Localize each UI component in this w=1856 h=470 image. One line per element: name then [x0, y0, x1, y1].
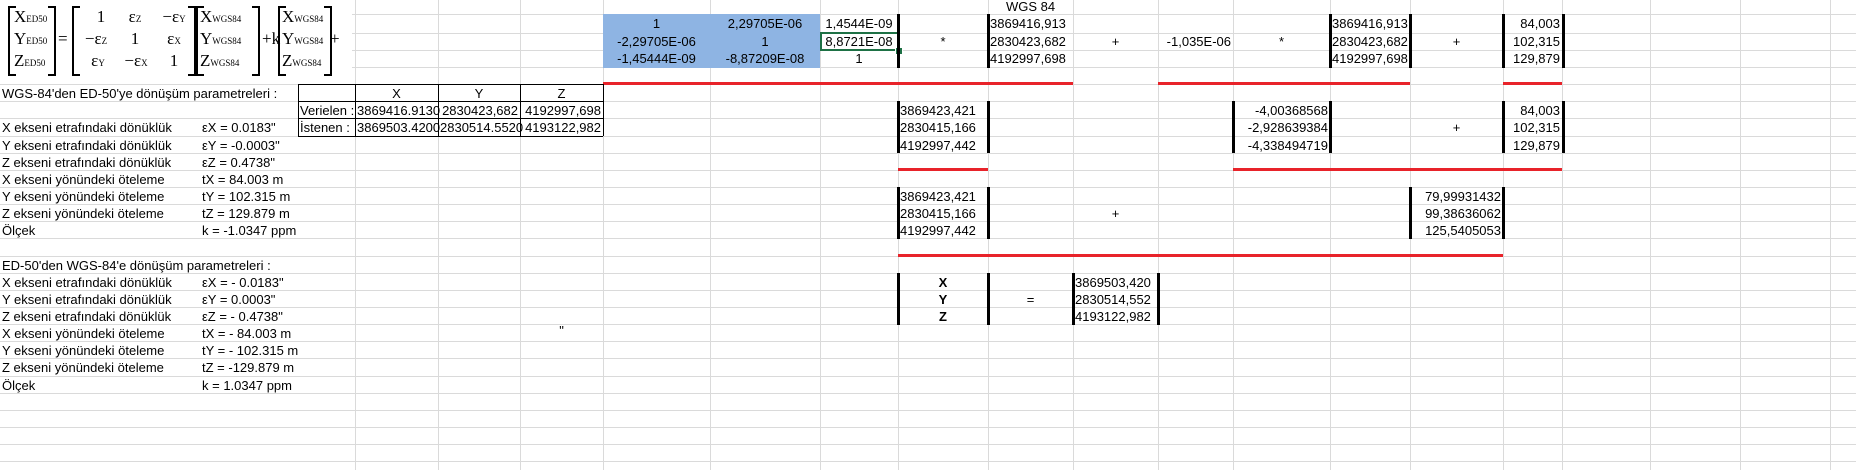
rotation-element: εY: [91, 51, 105, 70]
rotation-element: −εZ: [84, 29, 108, 48]
matrix-cell[interactable]: 1: [603, 14, 710, 34]
border: [1562, 14, 1565, 68]
plus-operator[interactable]: +: [1410, 118, 1503, 138]
wanted-z-cell[interactable]: 4193122,982: [520, 118, 603, 138]
rotated-vector-cell[interactable]: 4192997,442: [898, 136, 988, 156]
translation-cell[interactable]: 102,315: [1503, 118, 1562, 138]
equals-operator[interactable]: =: [988, 290, 1073, 310]
wanted-x-cell[interactable]: 3869503.4200: [355, 118, 440, 138]
translation-cell[interactable]: 129,879: [1503, 136, 1562, 156]
param-label[interactable]: Ölçek: [0, 376, 200, 396]
rotated-vector-cell[interactable]: 2830415,166: [898, 118, 988, 138]
gridline: [1830, 0, 1831, 470]
plus-operator[interactable]: +: [1073, 204, 1158, 224]
gridline: [0, 461, 1856, 462]
rotated-vector-cell[interactable]: 4192997,442: [898, 221, 988, 241]
formula-equals: =: [58, 29, 68, 48]
active-cell-selection[interactable]: [820, 32, 899, 51]
formula-vec-x: XWGS84: [282, 7, 324, 26]
gridline: [0, 410, 1856, 411]
red-underline: [603, 82, 1073, 85]
matrix-cell[interactable]: 1: [820, 49, 898, 69]
gridline: [438, 0, 439, 470]
multiply-operator[interactable]: *: [1233, 32, 1330, 52]
wanted-label[interactable]: İstenen :: [298, 118, 355, 138]
rotation-element: −εX: [124, 51, 148, 70]
gridline: [1330, 0, 1331, 470]
wgs-vector-cell[interactable]: 4192997,698: [988, 49, 1073, 69]
red-underline: [1158, 82, 1410, 85]
formula-lhs-z: ZED50: [14, 51, 46, 70]
rotation-element: 1: [169, 51, 179, 70]
final-result-cell[interactable]: 4193122,982: [1073, 307, 1158, 327]
rotation-element: εZ: [128, 7, 142, 26]
gridline: [710, 0, 711, 470]
formula-bracket: [252, 6, 260, 76]
red-underline: [1233, 168, 1562, 171]
matrix-cell[interactable]: -1,45444E-09: [603, 49, 710, 69]
plus-operator[interactable]: +: [1073, 32, 1158, 52]
formula-vec-y: YWGS84: [200, 29, 242, 48]
plus-operator[interactable]: +: [1410, 32, 1503, 52]
formula-lhs-y: YED50: [14, 29, 48, 48]
param-value[interactable]: k = -1.0347 ppm: [200, 221, 298, 241]
rotation-element: εX: [167, 29, 181, 48]
wgs-vector-cell[interactable]: 4192997,698: [1330, 49, 1410, 69]
table-border: [603, 84, 604, 136]
formula-vec-x: XWGS84: [200, 7, 242, 26]
scaled-vector-cell[interactable]: -4,338494719: [1233, 136, 1330, 156]
gridline: [0, 427, 1856, 428]
formula-plus: +: [330, 29, 340, 48]
gridline: [1740, 0, 1741, 470]
param-label[interactable]: Ölçek: [0, 221, 200, 241]
rotation-element: 1: [130, 29, 140, 48]
translation-cell[interactable]: 84,003: [1503, 14, 1562, 34]
red-underline: [898, 168, 988, 171]
wanted-y-cell[interactable]: 2830514.5520: [438, 118, 523, 138]
rotation-element: 1: [96, 7, 106, 26]
formula-vec-z: ZWGS84: [200, 51, 240, 70]
sum-vector-cell[interactable]: 125,5405053: [1410, 221, 1503, 241]
spreadsheet-grid[interactable]: XED50 YED50 ZED50 = 1 εZ −εY −εZ 1 εX εY…: [0, 0, 1856, 470]
wgs-vector-cell[interactable]: 3869416,913: [1330, 14, 1410, 34]
formula-vec-y: YWGS84: [282, 29, 324, 48]
table-border: [298, 84, 603, 85]
gridline: [0, 444, 1856, 445]
gridline: [1562, 0, 1563, 470]
param-label[interactable]: Z ekseni yönündeki öteleme: [0, 358, 200, 378]
stray-quote-cell[interactable]: ": [520, 321, 603, 341]
formula-bracket: [48, 6, 56, 76]
gridline: [520, 0, 521, 470]
param-label[interactable]: X ekseni etrafındaki dönüklük: [0, 118, 200, 138]
param-value[interactable]: tZ = -129.879 m: [200, 358, 298, 378]
formula-vec-z: ZWGS84: [282, 51, 322, 70]
gridline: [1233, 0, 1234, 470]
rotation-element: −εY: [162, 7, 186, 26]
transformation-formula-image[interactable]: XED50 YED50 ZED50 = 1 εZ −εY −εZ 1 εX εY…: [8, 2, 358, 78]
param-value[interactable]: k = 1.0347 ppm: [200, 376, 298, 396]
gridline: [1073, 0, 1074, 470]
formula-lhs-x: XED50: [14, 7, 48, 26]
border: [1562, 101, 1565, 153]
matrix-cell[interactable]: -8,87209E-08: [710, 49, 820, 69]
translation-cell[interactable]: 129,879: [1503, 49, 1562, 69]
scaled-vector-cell[interactable]: -2,928639384: [1233, 118, 1330, 138]
gridline: [1158, 0, 1159, 470]
gridline: [603, 0, 604, 470]
param-value[interactable]: εX = 0.0183": [200, 118, 298, 138]
matrix-cell[interactable]: 2,29705E-06: [710, 14, 820, 34]
matrix-cell[interactable]: 1,4544E-09: [820, 14, 898, 34]
wgs-vector-cell[interactable]: 3869416,913: [988, 14, 1073, 34]
gridline: [1650, 0, 1651, 470]
final-axis-label[interactable]: Z: [898, 307, 988, 327]
red-underline: [1503, 82, 1562, 85]
gridline: [820, 0, 821, 470]
red-underline: [898, 254, 1503, 257]
multiply-operator[interactable]: *: [898, 32, 988, 52]
scale-factor-cell[interactable]: -1,035E-06: [1158, 32, 1233, 52]
